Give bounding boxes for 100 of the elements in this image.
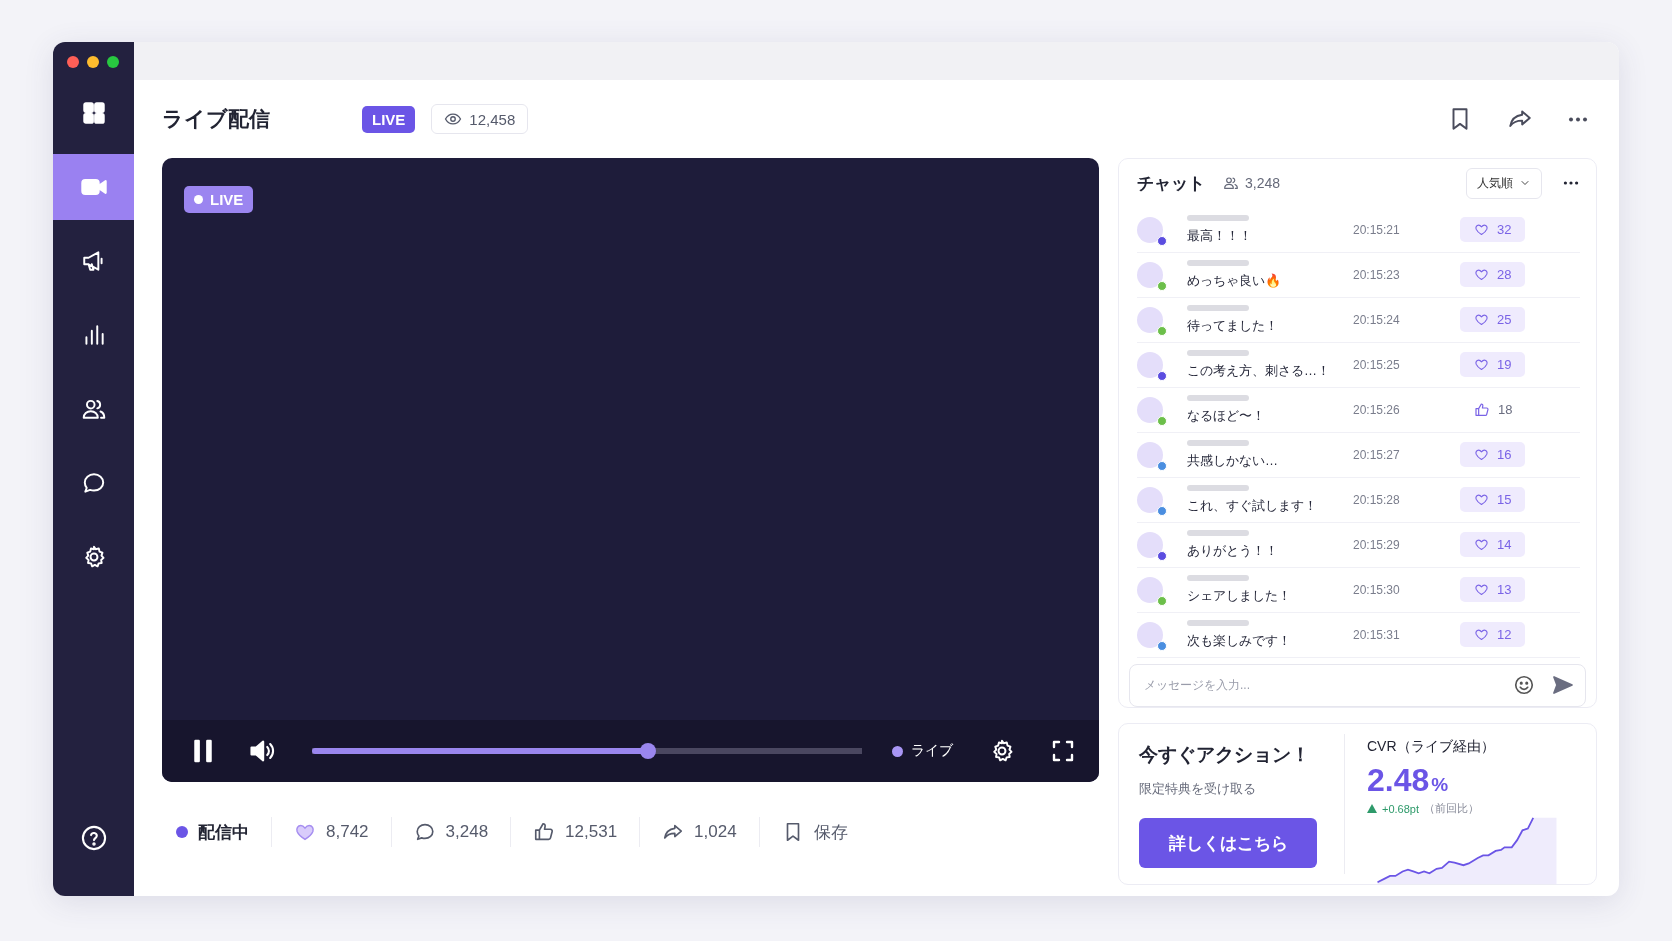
chat-message: 次も楽しみです！ xyxy=(1187,632,1291,648)
name-placeholder xyxy=(1187,259,1249,266)
chat-message: 待ってました！ xyxy=(1187,317,1278,333)
message-time: 20:15:26 xyxy=(1353,402,1401,417)
message-time: 20:15:29 xyxy=(1353,537,1401,552)
zoom-window-button[interactable] xyxy=(107,56,119,68)
heart-icon xyxy=(1474,492,1489,508)
like-count[interactable]: 12 xyxy=(1460,622,1526,648)
message-time: 20:15:28 xyxy=(1353,492,1401,507)
avatar xyxy=(1137,351,1163,378)
fullscreen-icon xyxy=(1051,739,1075,763)
message-time: 20:15:31 xyxy=(1353,627,1401,642)
name-placeholder xyxy=(1187,439,1249,446)
participant-count: 3,248 xyxy=(1245,175,1281,192)
cvr-change-note: （前回比） xyxy=(1424,801,1479,816)
avatar xyxy=(1137,576,1163,603)
comment-icon xyxy=(413,821,436,843)
slider-handle[interactable] xyxy=(639,743,656,759)
name-placeholder xyxy=(1187,574,1249,581)
avatar xyxy=(1137,621,1163,648)
live-status-dot xyxy=(176,826,188,838)
name-placeholder xyxy=(1187,529,1249,536)
more-icon xyxy=(1567,116,1589,122)
message-time: 20:15:21 xyxy=(1353,222,1401,237)
heart-icon xyxy=(1474,357,1489,373)
avatar xyxy=(1137,486,1163,513)
heart-icon xyxy=(1474,267,1489,283)
chat-message: なるほど〜！ xyxy=(1187,407,1265,423)
like-count[interactable]: 19 xyxy=(1460,352,1526,378)
thumbs-up-icon xyxy=(533,821,556,843)
live-badge: LIVE xyxy=(184,186,254,213)
heart-stat[interactable]: 8,742 xyxy=(271,817,391,847)
cvr-title: CVR（ライブ経由） xyxy=(1367,738,1496,756)
chat-message: これ、すぐ試します！ xyxy=(1187,497,1317,513)
chat-message: シェアしました！ xyxy=(1187,587,1291,603)
like-count[interactable]: 32 xyxy=(1460,217,1526,243)
like-count[interactable]: 15 xyxy=(1460,487,1526,513)
comment-stat[interactable]: 3,248 xyxy=(390,817,511,847)
like-count[interactable]: 13 xyxy=(1460,577,1526,603)
details-button[interactable]: 詳しくはこちら xyxy=(1139,818,1317,868)
fullscreen-button[interactable] xyxy=(1051,739,1075,763)
emoji-button[interactable] xyxy=(1513,674,1535,697)
message-time: 20:15:23 xyxy=(1353,267,1401,282)
chat-title: チャット xyxy=(1137,172,1205,195)
bookmark-stat[interactable]: 保存 xyxy=(758,817,870,847)
chat-message: ありがとう！！ xyxy=(1187,542,1278,558)
name-placeholder xyxy=(1187,304,1249,311)
stream-status: 配信中 xyxy=(198,821,249,844)
sort-dropdown[interactable]: 人気順 xyxy=(1466,167,1542,199)
like-count[interactable]: 16 xyxy=(1460,442,1526,468)
avatar xyxy=(1137,216,1163,243)
avatar xyxy=(1137,396,1163,423)
minimize-window-button[interactable] xyxy=(87,56,99,68)
avatar xyxy=(1137,531,1163,558)
chat-message: 共感しかない… xyxy=(1187,452,1278,468)
thumbs-up-count[interactable]: 18 xyxy=(1460,396,1527,423)
more-icon xyxy=(1562,181,1580,186)
thumb-stat[interactable]: 12,531 xyxy=(510,817,640,847)
name-placeholder xyxy=(1187,619,1249,626)
cvr-change: +0.68pt xyxy=(1382,802,1419,815)
heart-icon xyxy=(1474,582,1489,598)
chat-message: 最高！！！ xyxy=(1187,227,1252,243)
name-placeholder xyxy=(1187,214,1249,221)
cvr-unit: % xyxy=(1431,774,1449,796)
message-time: 20:15:27 xyxy=(1353,447,1401,462)
users-icon xyxy=(1223,175,1239,192)
viewer-count-text: 12,458 xyxy=(469,110,516,128)
like-count[interactable]: 25 xyxy=(1460,307,1526,333)
live-indicator: ライブ xyxy=(892,742,953,760)
more-button[interactable] xyxy=(1562,181,1580,186)
name-placeholder xyxy=(1187,394,1249,401)
smiley-icon xyxy=(1513,674,1535,697)
more-button[interactable] xyxy=(1567,116,1589,122)
heart-icon xyxy=(1474,537,1489,553)
message-input[interactable]: メッセージを入力... xyxy=(1142,677,1497,694)
heart-icon xyxy=(1474,312,1489,328)
grid-icon xyxy=(80,100,107,126)
help-icon xyxy=(79,824,108,852)
message-time: 20:15:24 xyxy=(1353,312,1401,327)
name-placeholder xyxy=(1187,349,1249,356)
message-field[interactable]: メッセージを入力... xyxy=(1129,663,1586,707)
share-stat[interactable]: 1,024 xyxy=(639,817,759,847)
avatar xyxy=(1137,441,1163,468)
page-title: ライブ配信 xyxy=(162,106,271,132)
thumbs-up-icon xyxy=(1474,401,1490,418)
like-count[interactable]: 28 xyxy=(1460,262,1526,288)
avatar xyxy=(1137,306,1163,333)
like-count[interactable]: 14 xyxy=(1460,532,1526,558)
chat-message: めっちゃ良い🔥 xyxy=(1187,272,1281,288)
heart-icon xyxy=(1474,627,1489,643)
close-window-button[interactable] xyxy=(67,56,79,68)
avatar xyxy=(1137,261,1163,288)
action-subtitle: 限定特典を受け取る xyxy=(1139,780,1257,798)
heart-icon xyxy=(1474,447,1489,463)
name-placeholder xyxy=(1187,484,1249,491)
live-badge: LIVE xyxy=(362,105,416,133)
message-time: 20:15:30 xyxy=(1353,582,1401,597)
message-time: 20:15:25 xyxy=(1353,357,1401,372)
chat-message: この考え方、刺さる…！ xyxy=(1187,362,1330,378)
action-title: 今すぐアクション！ xyxy=(1139,743,1311,767)
